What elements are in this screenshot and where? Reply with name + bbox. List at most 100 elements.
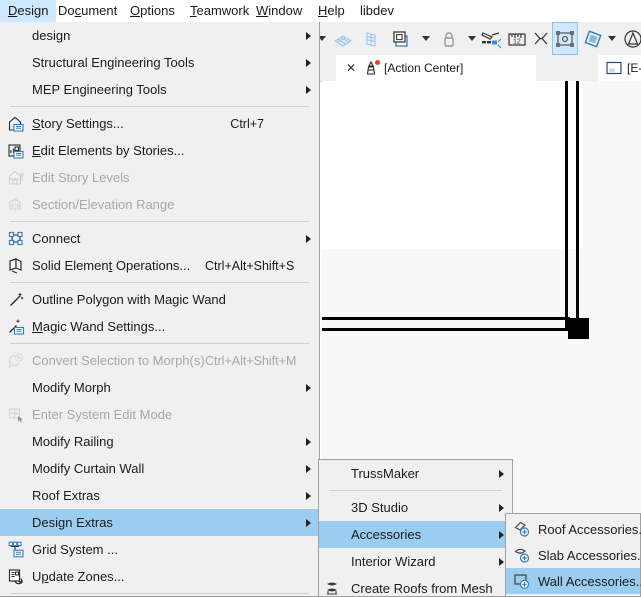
menu-item-enter-system-edit-mode: Enter System Edit Mode — [0, 401, 319, 428]
menu-item-label: Outline Polygon with Magic Wand — [32, 292, 226, 307]
menu-item-label: 3D Studio — [351, 500, 409, 515]
menu-item-shortcut: Ctrl+Alt+Shift+S — [205, 258, 295, 273]
submenu-arrow-icon — [306, 22, 311, 49]
accessories-submenu[interactable]: Roof Accessories... Slab Accessories... Wa… — [505, 513, 641, 597]
menu-item-section-elevation-range: Section/Elevation Range — [0, 191, 319, 218]
submenu-arrow-icon — [306, 225, 311, 252]
menu-item-modify-curtain-wall[interactable]: Modify Curtain Wall — [0, 455, 319, 482]
menubar-item-options[interactable]: Options — [122, 0, 183, 22]
menu-item-roof-accessories[interactable]: Roof Accessories... — [506, 516, 641, 542]
update-zones-icon — [4, 563, 28, 590]
rotate-view-icon[interactable] — [580, 22, 606, 55]
magic-wand-settings-icon — [4, 313, 28, 340]
wall-vertical-outer[interactable] — [565, 81, 568, 329]
create-roofs-from-mesh-icon — [323, 575, 347, 597]
menubar-item-help[interactable]: Help — [310, 0, 353, 22]
menu-item-solid-element-operations[interactable]: Solid Element Operations... Ctrl+Alt+Shif… — [0, 252, 319, 279]
submenu-arrow-icon — [499, 548, 504, 575]
edit-story-levels-icon — [4, 164, 28, 191]
mesh-tool-icon[interactable] — [330, 22, 356, 55]
menu-item-roof-extras[interactable]: Roof Extras — [0, 482, 319, 509]
menubar-item-window[interactable]: Window — [248, 0, 310, 22]
3d-view-icon[interactable] — [620, 22, 641, 55]
menubar-item-label: Document — [58, 3, 118, 18]
menu-item-story-settings[interactable]: Story Settings... Ctrl+7 — [0, 110, 319, 137]
menu-item-3d-studio[interactable]: 3D Studio — [319, 494, 512, 521]
menubar-item-design[interactable]: Design — [0, 0, 57, 22]
lock-icon[interactable] — [436, 22, 462, 55]
menu-item-trussmaker[interactable]: TrussMaker — [319, 460, 512, 487]
wall-horizontal-outer[interactable] — [322, 317, 570, 320]
slab-accessories-icon — [510, 542, 534, 568]
menu-separator — [10, 593, 309, 594]
menu-item-label: Create Roofs from Mesh — [351, 581, 493, 596]
solid-element-operations-icon — [4, 252, 28, 279]
menu-item-structural-engineering-tools[interactable]: Structural Engineering Tools — [0, 49, 319, 76]
caret-glyph — [468, 36, 476, 41]
menu-item-label: Structural Engineering Tools — [32, 55, 195, 70]
menu-item-modify-railing[interactable]: Modify Railing — [0, 428, 319, 455]
menubar-item-teamwork[interactable]: Teamwork — [182, 0, 257, 22]
menu-item-slab-accessories[interactable]: Slab Accessories... — [506, 542, 641, 568]
menubar-item-label: Window — [256, 3, 303, 18]
menu-item-label: Modify Railing — [32, 434, 114, 449]
marquee-selection-icon[interactable] — [552, 22, 578, 55]
menubar-item-document[interactable]: Document — [50, 0, 125, 22]
menu-item-magic-wand-settings[interactable]: Magic Wand Settings... — [0, 313, 319, 340]
design-extras-submenu[interactable]: TrussMaker 3D Studio Accessories Interior W… — [318, 459, 513, 597]
selection-handle[interactable] — [568, 318, 589, 339]
menu-item-label: MEP Engineering Tools — [32, 82, 167, 97]
wall-horizontal-inner[interactable] — [322, 328, 570, 331]
menu-item-create-roofs-from-mesh[interactable]: Create Roofs from Mesh — [319, 575, 512, 597]
resize-icon[interactable] — [528, 22, 554, 55]
tab-label: [E-P- — [627, 61, 641, 75]
submenu-arrow-icon — [499, 521, 504, 548]
wall-vertical-inner[interactable] — [576, 81, 579, 329]
menu-item-update-zones[interactable]: Update Zones... — [0, 563, 319, 590]
wall-accessories-icon — [510, 568, 534, 594]
menu-item-label: Roof Accessories... — [538, 521, 641, 537]
menu-item-label: Grid System ... — [32, 542, 118, 557]
edit-elements-by-stories-icon — [4, 137, 28, 164]
connect-icon — [4, 225, 28, 252]
notification-badge — [375, 60, 380, 65]
menu-item-connect[interactable]: Connect — [0, 225, 319, 252]
measure-icon[interactable]: 12 — [504, 22, 530, 55]
submenu-arrow-icon — [306, 482, 311, 509]
menu-separator — [10, 221, 309, 222]
chevron-down-icon[interactable] — [606, 22, 618, 55]
svg-text:12: 12 — [513, 38, 521, 45]
submenu-arrow-icon — [306, 49, 311, 76]
menu-item-edit-story-levels: Edit Story Levels — [0, 164, 319, 191]
chevron-down-icon[interactable] — [466, 22, 478, 55]
menu-item-label: Convert Selection to Morph(s) — [32, 353, 205, 368]
menu-item-design[interactable]: design — [0, 22, 319, 49]
menu-item-label: Modify Curtain Wall — [32, 461, 145, 476]
menu-item-modify-morph[interactable]: Modify Morph — [0, 374, 319, 401]
chevron-down-icon[interactable] — [420, 22, 432, 55]
menubar-item-label: Teamwork — [190, 3, 250, 18]
design-menu-popup[interactable]: design Structural Engineering Tools MEP En… — [0, 22, 320, 597]
tab--action-center-[interactable]: ✕ [Action Center] — [336, 55, 536, 81]
menu-separator — [10, 343, 309, 344]
roof-accessories-icon — [510, 516, 534, 542]
menu-item-label: design — [32, 28, 71, 43]
copy-layers-icon[interactable] — [388, 22, 414, 55]
trim-elements-icon[interactable] — [478, 22, 504, 55]
menubar-item-libdev[interactable]: libdev — [352, 0, 402, 22]
curtain-wall-icon[interactable] — [358, 22, 384, 55]
menu-item-outline-polygon-with-magic-wand[interactable]: Outline Polygon with Magic Wand — [0, 286, 319, 313]
menu-item-wall-accessories[interactable]: Wall Accessories... — [506, 568, 641, 594]
menu-item-interior-wizard[interactable]: Interior Wizard — [319, 548, 512, 575]
menu-item-edit-elements-by-stories[interactable]: Edit Elements by Stories... — [0, 137, 319, 164]
tab-close-icon[interactable]: ✕ — [344, 61, 358, 75]
menu-item-design-extras[interactable]: Design Extras — [0, 509, 319, 536]
menu-item-grid-system[interactable]: Grid System ... — [0, 536, 319, 563]
tab--e-p-[interactable]: [E-P- — [598, 55, 641, 81]
menu-item-label: Edit Story Levels — [32, 170, 130, 185]
menu-item-label: Solid Element Operations... — [32, 258, 191, 273]
menu-item-accessories[interactable]: Accessories — [319, 521, 512, 548]
submenu-arrow-icon — [499, 460, 504, 487]
menu-item-mep-engineering-tools[interactable]: MEP Engineering Tools — [0, 76, 319, 103]
system-edit-mode-icon — [4, 401, 28, 428]
